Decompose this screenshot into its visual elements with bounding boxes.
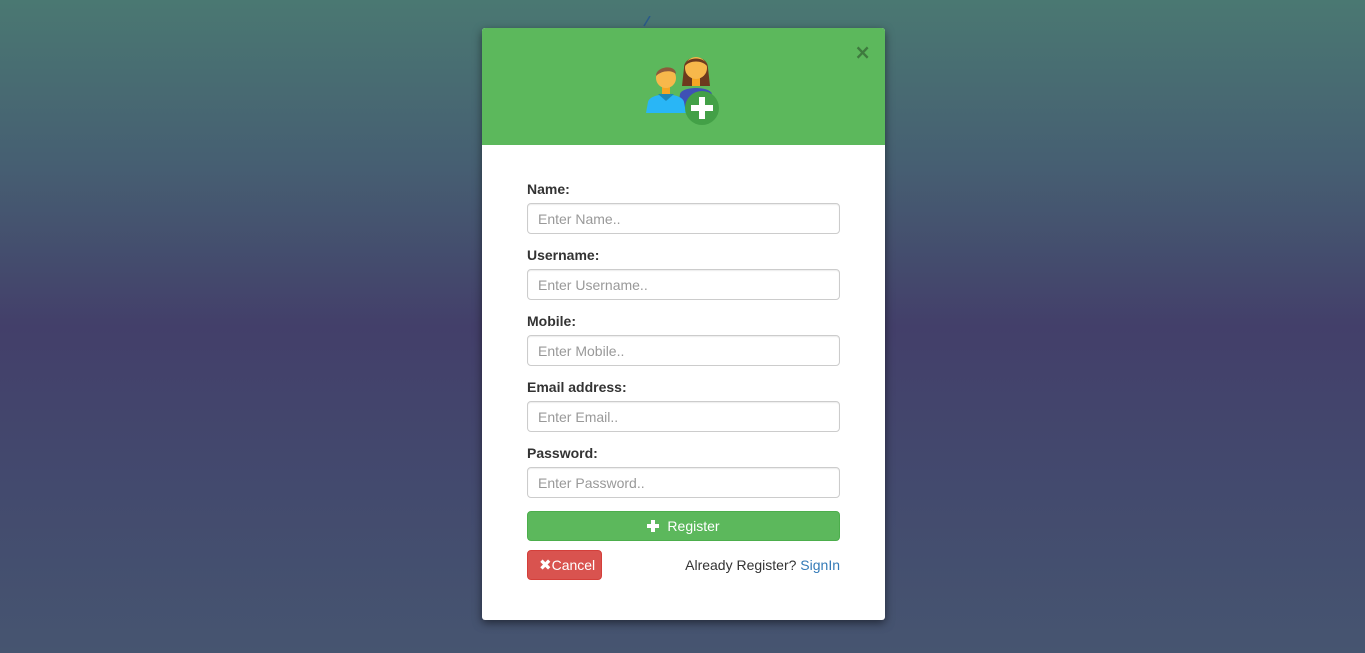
username-input[interactable]: [527, 269, 840, 300]
register-button[interactable]: Register: [527, 511, 840, 541]
signin-prompt: Already Register? SignIn: [685, 557, 840, 573]
form-footer: ✖ Cancel Already Register? SignIn: [527, 550, 840, 580]
password-input[interactable]: [527, 467, 840, 498]
signin-link[interactable]: SignIn: [800, 557, 840, 573]
close-icon[interactable]: ×: [854, 42, 871, 62]
users-add-icon: [646, 57, 719, 125]
name-input[interactable]: [527, 203, 840, 234]
name-group: Name:: [527, 181, 840, 234]
username-group: Username:: [527, 247, 840, 300]
cancel-button[interactable]: ✖ Cancel: [527, 550, 602, 580]
mobile-group: Mobile:: [527, 313, 840, 366]
email-input[interactable]: [527, 401, 840, 432]
mobile-label: Mobile:: [527, 313, 576, 329]
email-label: Email address:: [527, 379, 627, 395]
mobile-input[interactable]: [527, 335, 840, 366]
username-label: Username:: [527, 247, 600, 263]
email-group: Email address:: [527, 379, 840, 432]
cancel-label: Cancel: [551, 557, 596, 573]
register-label: Register: [667, 518, 720, 534]
background-mark: [643, 16, 651, 27]
cancel-x-icon: ✖: [539, 555, 552, 574]
register-modal: × Name: Username: Mobile: Email address:…: [482, 28, 885, 620]
password-group: Password:: [527, 445, 840, 498]
password-label: Password:: [527, 445, 598, 461]
plus-icon: [647, 520, 660, 532]
name-label: Name:: [527, 181, 570, 197]
register-form: Name: Username: Mobile: Email address: P…: [482, 145, 885, 580]
already-text: Already Register?: [685, 557, 797, 573]
modal-header: ×: [482, 28, 885, 145]
